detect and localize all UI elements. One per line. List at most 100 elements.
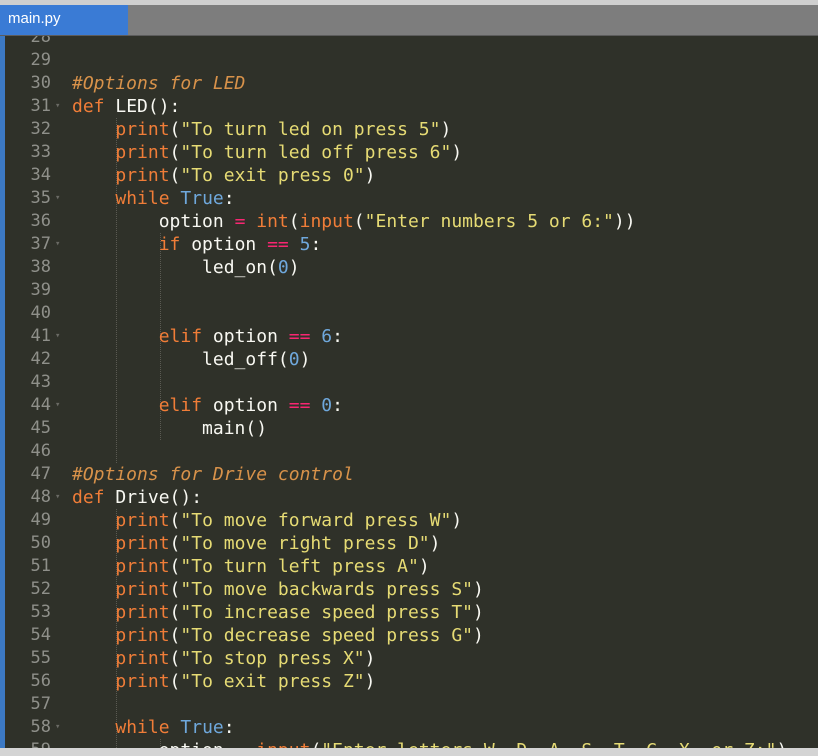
code-token: ( (169, 119, 181, 140)
fold-arrow-icon[interactable]: ▾ (55, 238, 60, 250)
code-token: option (212, 395, 289, 416)
code-token: ( (169, 556, 181, 577)
code-token: #Options for Drive control (72, 464, 354, 485)
code-line[interactable]: 31 ▾ def LED(): (0, 95, 818, 118)
code-line[interactable]: 45 main() (0, 417, 818, 440)
line-number: 52 (30, 579, 51, 599)
code-token: "To decrease speed press G" (180, 625, 473, 646)
fold-arrow-icon[interactable]: ▾ (55, 100, 60, 112)
code-token: == (267, 234, 289, 255)
line-number: 38 (30, 257, 51, 277)
line-number: 54 (30, 625, 51, 645)
code-token: (): (147, 96, 181, 117)
line-number: 28 (30, 36, 51, 47)
code-line[interactable]: 53 print("To increase speed press T") (0, 601, 818, 624)
code-line[interactable]: 42 led_off(0) (0, 348, 818, 371)
code-text: print("To turn left press A") (72, 555, 430, 578)
code-token: "To turn left press A" (180, 556, 419, 577)
code-token: 0 (288, 349, 300, 370)
code-line[interactable]: 46 (0, 440, 818, 463)
code-line[interactable]: 49 print("To move forward press W") (0, 509, 818, 532)
code-token: input (299, 211, 354, 232)
code-token: #Options for LED (72, 73, 246, 94)
code-line[interactable]: 48 ▾ def Drive(): (0, 486, 818, 509)
tab-main-py[interactable]: main.py (0, 5, 128, 35)
code-line[interactable]: 51 print("To turn left press A") (0, 555, 818, 578)
fold-arrow-icon[interactable]: ▾ (55, 399, 60, 411)
code-line[interactable]: 44 ▾ elif option == 0: (0, 394, 818, 417)
code-token: ) (451, 510, 463, 531)
code-line[interactable]: 29 (0, 49, 818, 72)
code-token: : (223, 717, 235, 738)
fold-arrow-icon[interactable]: ▾ (55, 721, 60, 733)
fold-arrow-icon[interactable]: ▾ (55, 491, 60, 503)
code-line[interactable]: 37 ▾ if option == 5: (0, 233, 818, 256)
code-line[interactable]: 54 print("To decrease speed press G") (0, 624, 818, 647)
code-token: ) (418, 556, 430, 577)
code-line[interactable]: 40 (0, 302, 818, 325)
line-number: 45 (30, 418, 51, 438)
code-token: == (288, 395, 311, 416)
code-line[interactable]: 35 ▾ while True: (0, 187, 818, 210)
code-token: ( (310, 740, 321, 748)
code-text: #Options for LED (72, 72, 245, 95)
code-token: main() (72, 418, 268, 439)
code-token: 6 (321, 326, 333, 347)
code-token: ( (169, 510, 181, 531)
horizontal-scrollbar[interactable] (0, 748, 818, 756)
code-line[interactable]: 56 print("To exit press Z") (0, 670, 818, 693)
code-line[interactable]: 43 (0, 371, 818, 394)
code-token: ( (353, 211, 365, 232)
code-token: elif (158, 326, 213, 347)
code-token: == (288, 326, 311, 347)
code-text: while True: (72, 187, 235, 210)
code-text: print("To move right press D") (72, 532, 440, 555)
code-line[interactable]: 50 print("To move right press D") (0, 532, 818, 555)
code-token: ) (440, 119, 452, 140)
code-line[interactable]: 58 ▾ while True: (0, 716, 818, 739)
code-token: 0 (277, 257, 289, 278)
code-token: : (223, 188, 235, 209)
code-line[interactable]: 28 (0, 36, 818, 49)
code-token: print (115, 165, 170, 186)
code-line[interactable]: 36 option = int(input("Enter numbers 5 o… (0, 210, 818, 233)
code-line[interactable]: 59 option = input("Enter letters W, D, A… (0, 739, 818, 748)
code-line[interactable]: 57 (0, 693, 818, 716)
code-token: int (256, 211, 289, 232)
code-line[interactable]: 38 led_on(0) (0, 256, 818, 279)
code-line[interactable]: 55 print("To stop press X") (0, 647, 818, 670)
code-text: print("To turn led on press 5") (72, 118, 451, 141)
code-token: ( (169, 142, 181, 163)
code-line[interactable]: 41 ▾ elif option == 6: (0, 325, 818, 348)
code-line[interactable]: 52 print("To move backwards press S") (0, 578, 818, 601)
line-number: 44 (30, 395, 51, 415)
code-token: ) (776, 740, 787, 748)
code-line[interactable]: 32 print("To turn led on press 5") (0, 118, 818, 141)
code-token: "Enter letters W, D, A, S, T, G, X, or Z… (321, 740, 776, 748)
code-token: def (72, 96, 116, 117)
code-token: while (115, 717, 181, 738)
code-line[interactable]: 33 print("To turn led off press 6") (0, 141, 818, 164)
fold-arrow-icon[interactable]: ▾ (55, 330, 60, 342)
code-line[interactable]: 47 #Options for Drive control (0, 463, 818, 486)
code-token: ) (299, 349, 311, 370)
line-number: 29 (30, 50, 51, 70)
code-text: print("To increase speed press T") (72, 601, 483, 624)
code-line[interactable]: 34 print("To exit press 0") (0, 164, 818, 187)
code-line[interactable]: 39 (0, 279, 818, 302)
code-editor[interactable]: 28 29 30 #Options for LED 31 ▾ def LED(): 32 pr… (0, 36, 818, 748)
code-token: def (72, 487, 116, 508)
fold-arrow-icon[interactable]: ▾ (55, 192, 60, 204)
code-line[interactable]: 30 #Options for LED (0, 72, 818, 95)
code-text: led_on(0) (72, 256, 300, 279)
code-token: (): (169, 487, 203, 508)
code-text: print("To move backwards press S") (72, 578, 483, 601)
